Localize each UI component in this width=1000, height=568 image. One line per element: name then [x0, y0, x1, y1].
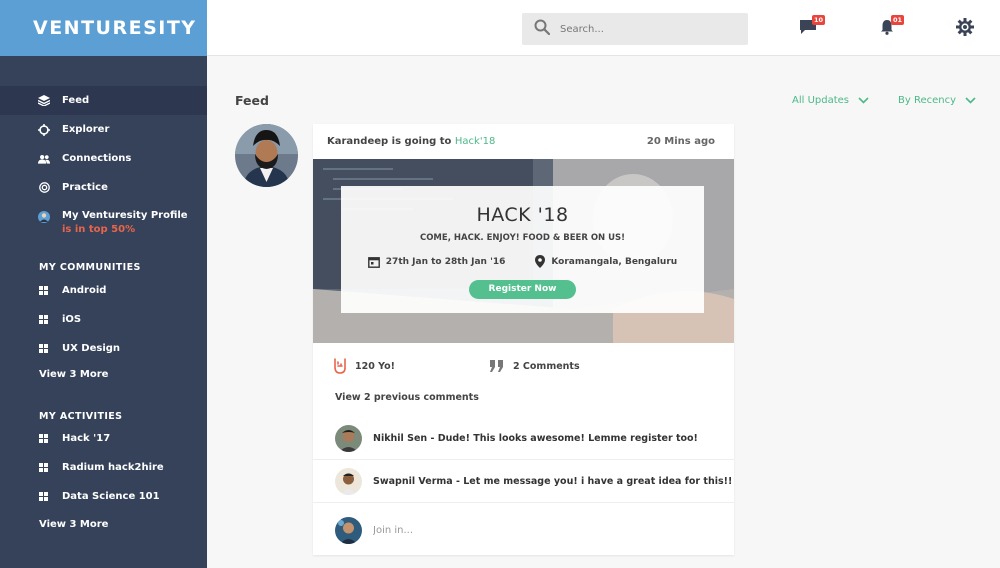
view-previous-comments-link[interactable]: View 2 previous comments	[335, 392, 479, 403]
comment-text: Swapnil Verma - Let me message you! i ha…	[373, 475, 733, 487]
event-location: Koramangala, Bengaluru	[535, 255, 677, 268]
author-avatar[interactable]	[235, 124, 298, 187]
top-bar: 10 01	[207, 0, 1000, 56]
settings-button[interactable]	[954, 18, 976, 40]
gear-icon	[956, 18, 974, 40]
sidebar-item-connections[interactable]: Connections	[0, 144, 207, 173]
join-comment-input[interactable]	[373, 524, 673, 536]
post-card: Karandeep is going to Hack'18 20 Mins ag…	[313, 124, 734, 555]
event-title: HACK '18	[476, 204, 569, 226]
comment-text: Nikhil Sen - Dude! This looks awesome! L…	[373, 432, 698, 444]
target-icon	[38, 182, 50, 194]
activity-label: Hack '17	[62, 433, 111, 444]
profile-rank: is in top 50%	[62, 224, 136, 235]
sidebar-item-feed[interactable]: Feed	[0, 86, 207, 115]
activities-heading: MY ACTIVITIES	[39, 411, 123, 422]
grid-icon	[39, 286, 48, 295]
commenter-avatar[interactable]	[335, 424, 362, 452]
search-input[interactable]	[560, 23, 730, 35]
grid-icon	[39, 344, 48, 353]
comment-item: Swapnil Verma - Let me message you! i ha…	[313, 460, 734, 503]
sidebar: VENTURESITY Feed Explorer Connections Pr…	[0, 0, 207, 568]
event-details-card: HACK '18 COME, HACK. ENJOY! FOOD & BEER …	[341, 186, 704, 313]
activity-item-radium[interactable]: Radium hack2hire	[0, 453, 207, 482]
grid-icon	[39, 492, 48, 501]
sidebar-item-label: Connections	[62, 153, 132, 164]
feed-title: Feed	[235, 93, 269, 108]
event-subtitle: COME, HACK. ENJOY! FOOD & BEER ON US!	[419, 233, 626, 243]
crosshair-icon	[38, 123, 50, 136]
filter-updates-dropdown[interactable]: All Updates	[792, 95, 869, 106]
register-now-button[interactable]: Register Now	[469, 280, 576, 299]
profile-icon	[38, 211, 50, 223]
people-icon	[38, 153, 50, 165]
post-headline: Karandeep is going to Hack'18	[327, 136, 495, 147]
notifications-button[interactable]: 01	[876, 15, 904, 40]
location-pin-icon	[535, 255, 546, 268]
messages-badge: 10	[811, 15, 825, 25]
post-action: is going to	[388, 135, 455, 147]
community-label: UX Design	[62, 343, 121, 354]
comment-item: Nikhil Sen - Dude! This looks awesome! L…	[313, 417, 734, 460]
post-stats: 120 Yo! 2 Comments	[333, 358, 713, 374]
calendar-icon	[367, 256, 380, 268]
rock-hand-icon	[334, 358, 346, 374]
join-comment-row	[313, 508, 734, 552]
event-dates: 27th Jan to 28th Jan '16	[367, 255, 506, 268]
yo-count: 120 Yo!	[355, 360, 396, 372]
activities-view-more[interactable]: View 3 More	[0, 513, 207, 535]
communities-heading: MY COMMUNITIES	[39, 262, 141, 273]
event-location-text: Koramangala, Bengaluru	[551, 256, 678, 267]
filter-sort-dropdown[interactable]: By Recency	[898, 95, 976, 106]
sidebar-item-profile[interactable]: My Venturesity Profile is in top 50%	[0, 202, 207, 246]
stack-icon	[38, 95, 50, 107]
yo-button[interactable]: 120 Yo!	[333, 358, 489, 374]
comments-count: 2 Comments	[513, 360, 580, 372]
brand-logo[interactable]: VENTURESITY	[0, 0, 207, 56]
community-item-ux-design[interactable]: UX Design	[0, 334, 207, 363]
messages-button[interactable]: 10	[797, 15, 825, 40]
event-dates-text: 27th Jan to 28th Jan '16	[385, 256, 506, 267]
chevron-down-icon	[965, 97, 976, 104]
comments-button[interactable]: 2 Comments	[489, 358, 580, 374]
community-label: iOS	[62, 314, 82, 325]
commenter-avatar[interactable]	[335, 467, 362, 495]
quote-icon	[490, 360, 503, 372]
current-user-avatar	[335, 516, 362, 544]
grid-icon	[39, 315, 48, 324]
community-label: Android	[62, 285, 107, 296]
search-box[interactable]	[522, 13, 748, 45]
sidebar-item-label: Explorer	[62, 124, 110, 135]
filter-sort-label: By Recency	[898, 95, 957, 106]
activity-item-data-science[interactable]: Data Science 101	[0, 482, 207, 511]
post-event-link[interactable]: Hack'18	[455, 136, 495, 147]
filter-updates-label: All Updates	[792, 95, 850, 106]
sidebar-item-explorer[interactable]: Explorer	[0, 115, 207, 144]
profile-label: My Venturesity Profile	[62, 210, 188, 221]
post-header: Karandeep is going to Hack'18 20 Mins ag…	[313, 124, 734, 158]
grid-icon	[39, 463, 48, 472]
search-icon	[534, 19, 551, 39]
activity-label: Data Science 101	[62, 491, 160, 502]
sidebar-nav: Feed Explorer Connections Practice My Ve…	[0, 86, 207, 535]
sidebar-item-practice[interactable]: Practice	[0, 173, 207, 202]
communities-view-more[interactable]: View 3 More	[0, 363, 207, 385]
grid-icon	[39, 434, 48, 443]
notifications-badge: 01	[890, 15, 904, 25]
chevron-down-icon	[858, 97, 869, 104]
sidebar-item-label: Feed	[62, 95, 90, 106]
event-meta: 27th Jan to 28th Jan '16 Koramangala, Be…	[341, 255, 704, 268]
activity-label: Radium hack2hire	[62, 462, 164, 473]
sidebar-item-label: Practice	[62, 182, 108, 193]
activity-item-hack17[interactable]: Hack '17	[0, 424, 207, 453]
event-banner: HACK '18 COME, HACK. ENJOY! FOOD & BEER …	[313, 159, 734, 343]
community-item-ios[interactable]: iOS	[0, 305, 207, 334]
community-item-android[interactable]: Android	[0, 276, 207, 305]
post-timestamp: 20 Mins ago	[646, 135, 715, 147]
post-author[interactable]: Karandeep	[327, 136, 388, 147]
